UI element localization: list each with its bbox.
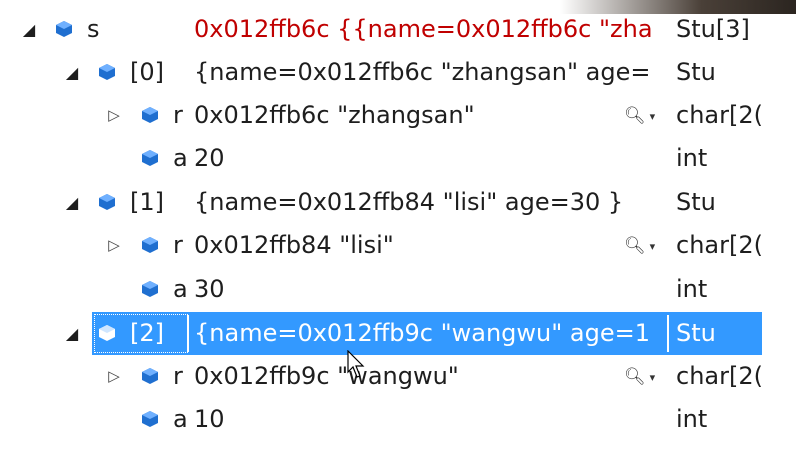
object-icon	[99, 194, 115, 210]
row-name: r	[173, 101, 183, 129]
magnifier-icon: 🔍︎	[624, 106, 646, 126]
collapsed-triangle-icon[interactable]: ▷	[105, 224, 123, 267]
object-icon	[142, 281, 158, 297]
object-icon	[142, 411, 158, 427]
collapsed-triangle-icon[interactable]: ▷	[105, 355, 123, 398]
row-name: r	[173, 362, 183, 390]
row-value[interactable]: 0x012ffb6c {{name=0x012ffb6c "zha	[194, 8, 668, 51]
mouse-cursor-icon	[347, 350, 365, 378]
row-type: int	[676, 275, 708, 303]
object-icon	[142, 150, 158, 166]
row-type: int	[676, 405, 708, 433]
watch-row-2-name[interactable]: ▷ r 0x012ffb9c "wangwu" 🔍︎ ▾ char[2(	[0, 355, 796, 398]
watch-row-1-age[interactable]: a 30 int	[0, 268, 796, 311]
collapsed-triangle-icon[interactable]: ▷	[105, 94, 123, 137]
row-value[interactable]: 0x012ffb6c "zhangsan"	[194, 94, 614, 137]
row-name: r	[173, 231, 183, 259]
row-name: [0]	[130, 58, 164, 86]
watch-row-1[interactable]: ◢ [1] {name=0x012ffb84 "lisi" age=30 } S…	[0, 181, 796, 224]
row-value[interactable]: {name=0x012ffb9c "wangwu" age=1	[194, 312, 666, 355]
watch-row-0-name[interactable]: ▷ r 0x012ffb6c "zhangsan" 🔍︎ ▾ char[2(	[0, 94, 796, 137]
row-type: char[2(	[676, 231, 763, 259]
row-name: a	[173, 275, 187, 303]
watch-row-2[interactable]: ◢ [2] {name=0x012ffb9c "wangwu" age=1 St…	[0, 312, 796, 355]
object-icon	[142, 368, 158, 384]
row-value[interactable]: 30	[194, 268, 614, 311]
row-value[interactable]: 0x012ffb9c "wangwu"	[194, 355, 614, 398]
expanded-triangle-icon[interactable]: ◢	[63, 312, 81, 355]
row-type: Stu	[676, 319, 716, 347]
row-name: a	[173, 144, 187, 172]
row-value[interactable]: 10	[194, 398, 614, 441]
dropdown-arrow-icon: ▾	[649, 109, 656, 123]
row-name: a	[173, 405, 187, 433]
row-type: char[2(	[676, 362, 763, 390]
object-icon	[142, 107, 158, 123]
expanded-triangle-icon[interactable]: ◢	[20, 8, 38, 51]
row-type: int	[676, 144, 708, 172]
column-divider[interactable]	[187, 315, 189, 352]
watch-row-0[interactable]: ◢ [0] {name=0x012ffb6c "zhangsan" age= S…	[0, 51, 796, 94]
object-icon	[99, 325, 115, 341]
row-name: s	[87, 15, 100, 43]
watch-row-1-name[interactable]: ▷ r 0x012ffb84 "lisi" 🔍︎ ▾ char[2(	[0, 224, 796, 267]
magnifier-icon: 🔍︎	[624, 236, 646, 256]
object-icon	[142, 237, 158, 253]
expanded-triangle-icon[interactable]: ◢	[63, 181, 81, 224]
watch-row-2-age[interactable]: a 10 int	[0, 398, 796, 441]
row-value[interactable]: {name=0x012ffb84 "lisi" age=30 }	[194, 181, 668, 224]
row-value[interactable]: 20	[194, 137, 614, 180]
object-icon	[56, 21, 72, 37]
row-value[interactable]: 0x012ffb84 "lisi"	[194, 224, 614, 267]
text-visualizer-button[interactable]: 🔍︎ ▾	[624, 355, 668, 398]
dropdown-arrow-icon: ▾	[649, 370, 656, 384]
row-type: Stu	[676, 58, 716, 86]
text-visualizer-button[interactable]: 🔍︎ ▾	[624, 94, 668, 137]
object-icon	[99, 64, 115, 80]
magnifier-icon: 🔍︎	[624, 367, 646, 387]
text-visualizer-button[interactable]: 🔍︎ ▾	[624, 224, 668, 267]
dropdown-arrow-icon: ▾	[649, 239, 656, 253]
row-type: Stu	[676, 188, 716, 216]
row-name: [2]	[130, 319, 164, 347]
column-divider[interactable]	[667, 315, 669, 352]
row-type: Stu[3]	[676, 15, 750, 43]
watch-row-s[interactable]: ◢ s 0x012ffb6c {{name=0x012ffb6c "zha St…	[0, 8, 796, 51]
row-type: char[2(	[676, 101, 763, 129]
row-name: [1]	[130, 188, 164, 216]
expanded-triangle-icon[interactable]: ◢	[63, 51, 81, 94]
row-value[interactable]: {name=0x012ffb6c "zhangsan" age=	[194, 51, 668, 94]
watch-row-0-age[interactable]: a 20 int	[0, 137, 796, 180]
